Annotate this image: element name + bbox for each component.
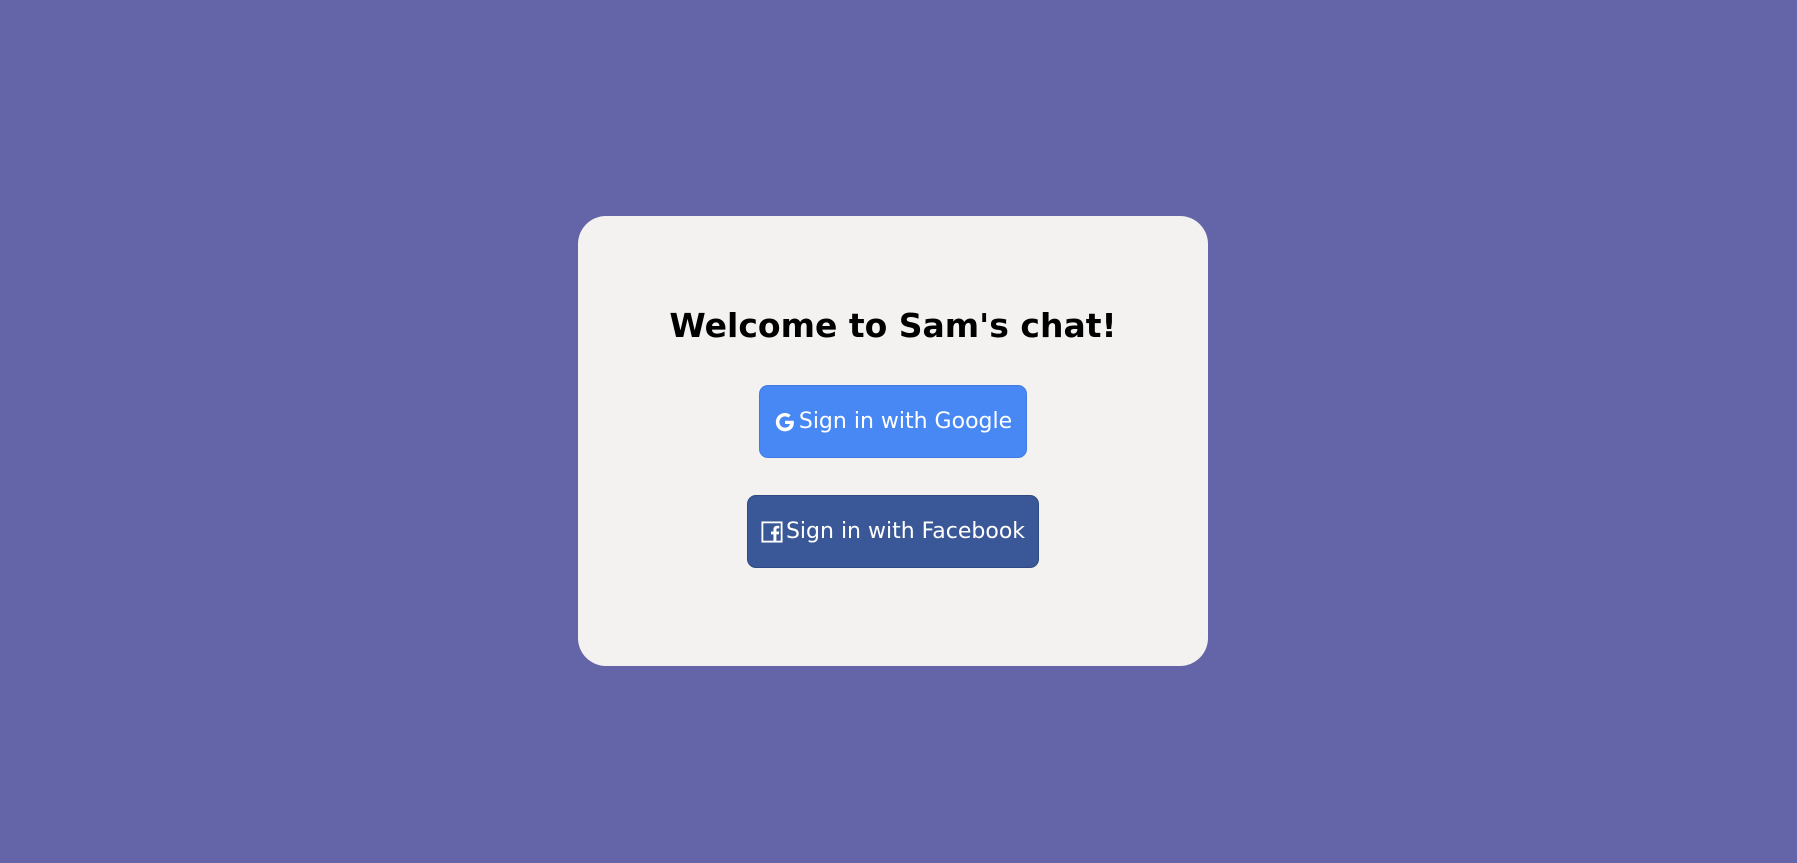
facebook-sign-in-label: Sign in with Facebook [785, 519, 1026, 544]
welcome-title: Welcome to Sam's chat! [669, 306, 1117, 345]
google-icon [774, 411, 796, 433]
facebook-icon [761, 520, 783, 543]
google-sign-in-button[interactable]: Sign in with Google [759, 385, 1027, 458]
google-sign-in-label: Sign in with Google [798, 409, 1013, 434]
login-card: Welcome to Sam's chat! Sign in with Goog… [578, 216, 1208, 666]
facebook-sign-in-button[interactable]: Sign in with Facebook [747, 495, 1039, 568]
